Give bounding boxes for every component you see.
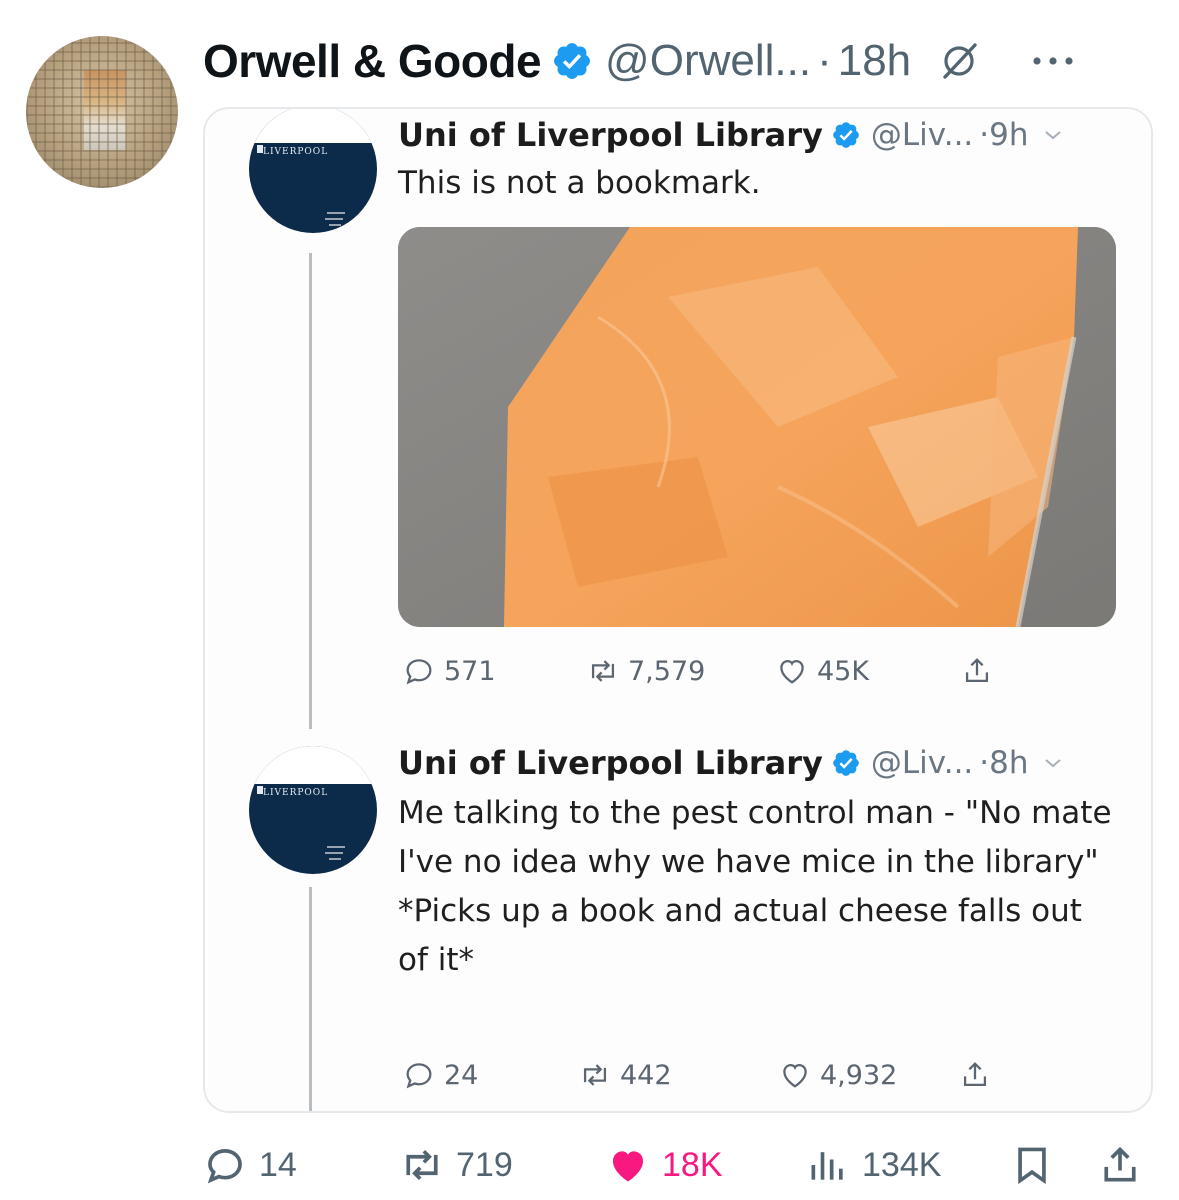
post-header: Orwell & Goode @Orwell... · 18h bbox=[203, 26, 1163, 96]
heart-icon bbox=[783, 1063, 807, 1088]
avatar-mesh bbox=[26, 36, 178, 188]
grok-icon[interactable] bbox=[937, 39, 981, 83]
chevron-down-icon bbox=[1044, 759, 1061, 768]
tweet-1-like-count: 45K bbox=[817, 655, 870, 687]
tweet-1-retweets: 7,579 bbox=[586, 651, 705, 691]
reply-icon bbox=[406, 1063, 432, 1089]
tweet-2-text: Me talking to the pest control man - "No… bbox=[398, 795, 1112, 978]
reply-button[interactable]: 14 bbox=[203, 1140, 297, 1190]
tweet-1-retweet-count: 7,579 bbox=[628, 655, 706, 687]
tweet-1-share bbox=[960, 651, 994, 691]
like-button[interactable]: 18K bbox=[606, 1140, 723, 1190]
tweet-1-likes: 45K bbox=[775, 651, 869, 691]
views-button[interactable]: 134K bbox=[806, 1140, 941, 1190]
cheese-photo-drawing bbox=[398, 227, 1116, 627]
share-icon bbox=[965, 658, 989, 683]
media-card[interactable]: LIVERPOOL Uni of Liverpool Library @Liv.… bbox=[203, 107, 1153, 1113]
quoted-screenshot: LIVERPOOL Uni of Liverpool Library @Liv.… bbox=[205, 109, 1151, 1111]
liverpool-avatar: LIVERPOOL bbox=[249, 109, 377, 233]
bookmark-icon bbox=[1018, 1147, 1046, 1185]
tweet-2-time: ·8h bbox=[979, 745, 1029, 781]
tweet-2-name: Uni of Liverpool Library bbox=[398, 744, 823, 782]
tweet-2-actions: 24 442 4,932 bbox=[398, 1055, 1018, 1095]
tweet-2-retweet-count: 442 bbox=[620, 1059, 672, 1091]
author-name[interactable]: Orwell & Goode bbox=[203, 34, 542, 88]
author-avatar[interactable] bbox=[26, 36, 178, 188]
retweet-icon bbox=[591, 660, 615, 682]
like-count: 18K bbox=[662, 1145, 723, 1184]
share-icon bbox=[963, 1062, 987, 1087]
tweet-2-share bbox=[958, 1055, 992, 1095]
engagement-bar: 14 719 18K 134K bbox=[0, 1140, 1179, 1190]
separator-dot: · bbox=[817, 36, 832, 85]
share-icon bbox=[1104, 1146, 1136, 1182]
avatar-logo-text: LIVERPOOL bbox=[263, 147, 329, 157]
tweet-2-likes: 4,932 bbox=[778, 1055, 897, 1095]
chevron-down-icon bbox=[1044, 131, 1061, 140]
tweet-1-actions: 571 7,579 45K bbox=[398, 651, 1018, 691]
thread-line bbox=[309, 887, 312, 1111]
avatar-band bbox=[249, 109, 377, 143]
view-count: 134K bbox=[862, 1145, 942, 1184]
heart-icon bbox=[780, 659, 804, 684]
reply-icon bbox=[207, 1149, 242, 1184]
avatar-band bbox=[249, 746, 377, 784]
tweet-2-replies: 24 bbox=[402, 1055, 478, 1095]
tweet-1-time: ·9h bbox=[979, 117, 1029, 153]
verified-badge-icon bbox=[833, 122, 859, 148]
tweet-1-text: This is not a bookmark. bbox=[398, 165, 761, 201]
reply-count: 14 bbox=[259, 1145, 297, 1184]
tweet-1-reply-count: 571 bbox=[444, 655, 496, 687]
more-icon[interactable] bbox=[1029, 51, 1077, 71]
avatar-logo-text: LIVERPOOL bbox=[263, 788, 329, 798]
tweet-2-reply-count: 24 bbox=[444, 1059, 479, 1091]
cheese-slice-photo bbox=[398, 227, 1116, 627]
tweet-2-handle: @Liv... bbox=[870, 745, 974, 781]
tweet-1-name: Uni of Liverpool Library bbox=[398, 116, 823, 154]
tweet-2-header: Uni of Liverpool Library @Liv... ·8h bbox=[398, 741, 1063, 785]
tweet-1-handle: @Liv... bbox=[870, 117, 974, 153]
author-handle[interactable]: @Orwell... bbox=[605, 36, 811, 86]
tweet-1-replies: 571 bbox=[402, 651, 496, 691]
post-time[interactable]: 18h bbox=[838, 36, 911, 86]
repost-count: 719 bbox=[456, 1145, 513, 1184]
faint-marks-icon bbox=[325, 212, 345, 226]
tweet-2-like-count: 4,932 bbox=[820, 1059, 898, 1091]
repost-icon bbox=[406, 1149, 438, 1181]
faint-marks-icon bbox=[325, 846, 345, 860]
thread-line bbox=[309, 253, 312, 729]
bookmark-button[interactable] bbox=[1010, 1140, 1054, 1190]
retweet-icon bbox=[583, 1064, 607, 1086]
analytics-icon bbox=[811, 1152, 843, 1180]
tweet-2-retweets: 442 bbox=[578, 1055, 672, 1095]
share-button[interactable] bbox=[1098, 1140, 1142, 1190]
liverpool-avatar: LIVERPOOL bbox=[249, 746, 377, 874]
reply-icon bbox=[406, 659, 432, 685]
heart-filled-icon bbox=[612, 1151, 644, 1182]
tweet-1-header: Uni of Liverpool Library @Liv... ·9h bbox=[398, 113, 1063, 157]
verified-badge-icon bbox=[554, 43, 590, 79]
repost-button[interactable]: 719 bbox=[400, 1140, 513, 1190]
verified-badge-icon bbox=[833, 750, 859, 776]
